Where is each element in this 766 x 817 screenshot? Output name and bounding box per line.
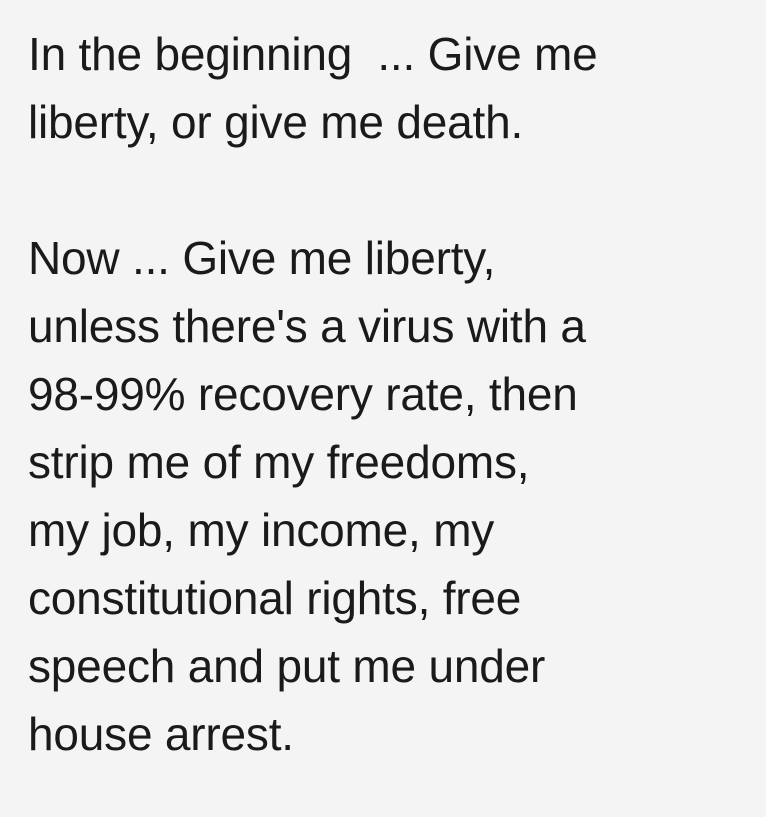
- text-line: strip me of my freedoms,: [28, 436, 530, 488]
- text-line: 98-99% recovery rate, then: [28, 368, 578, 420]
- text-line: unless there's a virus with a: [28, 300, 586, 352]
- text-line: liberty, or give me death.: [28, 96, 524, 148]
- text-line: house arrest.: [28, 708, 294, 760]
- text-line: In the beginning ... Give me: [28, 28, 598, 80]
- text-line: Now ... Give me liberty,: [28, 232, 496, 284]
- text-line: speech and put me under: [28, 640, 546, 692]
- text-image: In the beginning ... Give me liberty, or…: [0, 0, 766, 817]
- paragraph-then: In the beginning ... Give me liberty, or…: [28, 20, 738, 156]
- text-line: my job, my income, my: [28, 504, 495, 556]
- paragraph-now: Now ... Give me liberty, unless there's …: [28, 224, 738, 768]
- text-line: constitutional rights, free: [28, 572, 522, 624]
